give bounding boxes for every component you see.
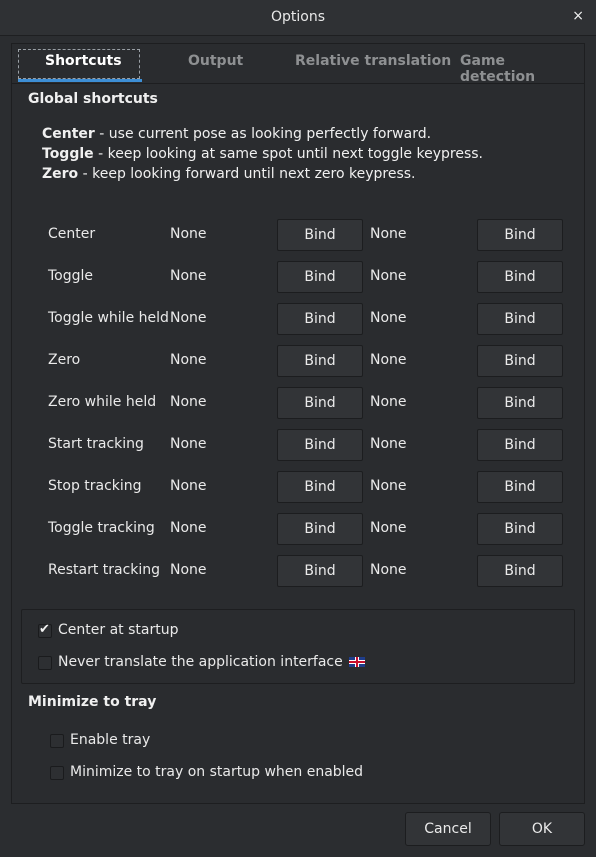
- shortcut-key-primary: None: [170, 520, 207, 536]
- ok-button[interactable]: OK: [499, 812, 585, 846]
- shortcut-key-secondary: None: [370, 478, 407, 494]
- shortcut-key-secondary: None: [370, 394, 407, 410]
- description-text: - keep looking at same spot until next t…: [93, 146, 483, 162]
- bind-button-primary[interactable]: Bind: [277, 303, 363, 335]
- tab-relative-translation[interactable]: Relative translation: [295, 53, 451, 69]
- startup-options-group: [21, 609, 575, 684]
- bind-button-secondary[interactable]: Bind: [477, 471, 563, 503]
- global-shortcuts-heading: Global shortcuts: [28, 91, 158, 107]
- never-translate-row[interactable]: Never translate the application interfac…: [58, 654, 365, 670]
- shortcut-key-primary: None: [170, 562, 207, 578]
- bind-button-primary[interactable]: Bind: [277, 555, 363, 587]
- bind-button-primary[interactable]: Bind: [277, 513, 363, 545]
- never-translate-checkbox[interactable]: [38, 656, 52, 670]
- minimize-on-startup-checkbox[interactable]: [50, 766, 64, 780]
- shortcut-key-primary: None: [170, 478, 207, 494]
- title-bar: Options ×: [0, 0, 596, 36]
- shortcut-key-secondary: None: [370, 352, 407, 368]
- never-translate-label: Never translate the application interfac…: [58, 654, 343, 670]
- close-icon[interactable]: ×: [572, 8, 584, 24]
- bind-button-secondary[interactable]: Bind: [477, 387, 563, 419]
- shortcut-label: Toggle: [48, 268, 94, 284]
- shortcut-key-secondary: None: [370, 436, 407, 452]
- shortcut-key-primary: None: [170, 268, 207, 284]
- active-tab-indicator: [18, 79, 142, 82]
- checkmark-icon: ✔: [39, 622, 50, 637]
- minimize-on-startup-label[interactable]: Minimize to tray on startup when enabled: [70, 764, 363, 780]
- bind-button-primary[interactable]: Bind: [277, 261, 363, 293]
- description-text: - use current pose as looking perfectly …: [94, 126, 432, 142]
- tab-game-detection[interactable]: Game detection: [460, 53, 584, 85]
- shortcut-label: Start tracking: [48, 436, 144, 452]
- options-panel: Shortcuts Output Relative translation Ga…: [11, 43, 585, 804]
- window-title: Options: [270, 9, 326, 25]
- bind-button-primary[interactable]: Bind: [277, 471, 363, 503]
- shortcut-key-primary: None: [170, 394, 207, 410]
- shortcut-label: Stop tracking: [48, 478, 142, 494]
- bind-button-primary[interactable]: Bind: [277, 387, 363, 419]
- bind-button-secondary[interactable]: Bind: [477, 555, 563, 587]
- minimize-to-tray-heading: Minimize to tray: [28, 694, 157, 710]
- bind-button-secondary[interactable]: Bind: [477, 261, 563, 293]
- shortcut-key-secondary: None: [370, 520, 407, 536]
- shortcut-label: Center: [48, 226, 96, 242]
- bind-button-secondary[interactable]: Bind: [477, 303, 563, 335]
- shortcut-label: Restart tracking: [48, 562, 161, 578]
- shortcut-key-secondary: None: [370, 310, 407, 326]
- bind-button-primary[interactable]: Bind: [277, 345, 363, 377]
- description-center: Center - use current pose as looking per…: [42, 126, 431, 142]
- center-at-startup-label[interactable]: Center at startup: [58, 622, 178, 638]
- description-term: Center: [42, 126, 95, 142]
- shortcut-key-secondary: None: [370, 562, 407, 578]
- enable-tray-checkbox[interactable]: [50, 734, 64, 748]
- uk-flag-icon: [348, 657, 365, 667]
- bind-button-secondary[interactable]: Bind: [477, 345, 563, 377]
- description-text: - keep looking forward until next zero k…: [78, 166, 416, 182]
- enable-tray-label[interactable]: Enable tray: [70, 732, 150, 748]
- cancel-button[interactable]: Cancel: [405, 812, 491, 846]
- shortcut-key-primary: None: [170, 310, 207, 326]
- description-term: Zero: [42, 166, 79, 182]
- bind-button-primary[interactable]: Bind: [277, 219, 363, 251]
- description-zero: Zero - keep looking forward until next z…: [42, 166, 416, 182]
- shortcut-label: Toggle tracking: [48, 520, 155, 536]
- bind-button-secondary[interactable]: Bind: [477, 429, 563, 461]
- bind-button-primary[interactable]: Bind: [277, 429, 363, 461]
- shortcut-key-primary: None: [170, 352, 207, 368]
- tab-shortcuts[interactable]: Shortcuts: [45, 53, 122, 69]
- tab-output[interactable]: Output: [188, 53, 243, 69]
- description-toggle: Toggle - keep looking at same spot until…: [42, 146, 483, 162]
- shortcut-key-primary: None: [170, 226, 207, 242]
- tab-bar: Shortcuts Output Relative translation Ga…: [12, 44, 584, 85]
- shortcut-label: Toggle while held: [48, 310, 169, 326]
- center-at-startup-checkbox[interactable]: ✔: [38, 622, 52, 638]
- shortcut-key-primary: None: [170, 436, 207, 452]
- bind-button-secondary[interactable]: Bind: [477, 513, 563, 545]
- shortcut-key-secondary: None: [370, 226, 407, 242]
- shortcut-label: Zero: [48, 352, 81, 368]
- shortcut-key-secondary: None: [370, 268, 407, 284]
- bind-button-secondary[interactable]: Bind: [477, 219, 563, 251]
- description-term: Toggle: [42, 146, 94, 162]
- shortcut-label: Zero while held: [48, 394, 157, 410]
